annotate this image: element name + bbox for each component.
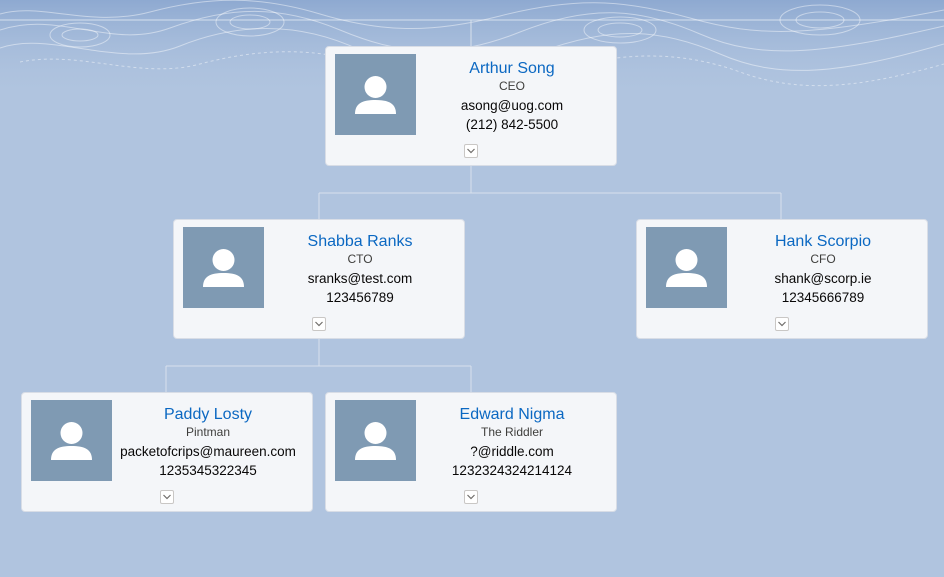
person-name[interactable]: Arthur Song <box>422 59 602 79</box>
person-phone: 1235345322345 <box>159 463 257 478</box>
person-name[interactable]: Shabba Ranks <box>270 232 450 252</box>
person-phone: 1232324324214124 <box>451 463 573 478</box>
chevron-down-icon <box>163 494 171 500</box>
person-email: sranks@test.com <box>307 271 413 286</box>
chevron-down-icon <box>778 321 786 327</box>
org-card[interactable]: Shabba Ranks CTO sranks@test.com 1234567… <box>173 219 465 339</box>
expand-toggle-button[interactable] <box>775 317 789 331</box>
chevron-down-icon <box>315 321 323 327</box>
user-avatar-icon <box>646 227 727 308</box>
person-email: packetofcrips@maureen.com <box>120 444 296 459</box>
expand-toggle-button[interactable] <box>312 317 326 331</box>
chevron-down-icon <box>467 494 475 500</box>
expand-toggle-button[interactable] <box>464 490 478 504</box>
person-title: CFO <box>810 252 836 266</box>
person-phone: 123456789 <box>326 290 394 305</box>
person-email: asong@uog.com <box>460 98 564 113</box>
card-info: Paddy Losty Pintman packetofcrips@mauree… <box>118 405 298 480</box>
person-title: The Riddler <box>480 425 544 439</box>
org-card[interactable]: Paddy Losty Pintman packetofcrips@mauree… <box>21 392 313 512</box>
card-info: Shabba Ranks CTO sranks@test.com 1234567… <box>270 232 450 307</box>
person-email: shank@scorp.ie <box>774 271 872 286</box>
person-title: CTO <box>347 252 373 266</box>
org-card[interactable]: Hank Scorpio CFO shank@scorp.ie 12345666… <box>636 219 928 339</box>
chevron-down-icon <box>467 148 475 154</box>
expand-toggle-button[interactable] <box>464 144 478 158</box>
person-email: ?@riddle.com <box>470 444 554 459</box>
user-avatar-icon <box>335 54 416 135</box>
card-info: Hank Scorpio CFO shank@scorp.ie 12345666… <box>733 232 913 307</box>
card-info: Edward Nigma The Riddler ?@riddle.com 12… <box>422 405 602 480</box>
user-avatar-icon <box>335 400 416 481</box>
person-phone: 12345666789 <box>781 290 865 305</box>
user-avatar-icon <box>31 400 112 481</box>
person-name[interactable]: Edward Nigma <box>422 405 602 425</box>
user-avatar-icon <box>183 227 264 308</box>
person-title: CEO <box>498 79 525 93</box>
card-info: Arthur Song CEO asong@uog.com (212) 842-… <box>422 59 602 134</box>
person-title: Pintman <box>185 425 231 439</box>
person-name[interactable]: Hank Scorpio <box>733 232 913 252</box>
person-name[interactable]: Paddy Losty <box>118 405 298 425</box>
expand-toggle-button[interactable] <box>160 490 174 504</box>
org-card[interactable]: Arthur Song CEO asong@uog.com (212) 842-… <box>325 46 617 166</box>
person-phone: (212) 842-5500 <box>465 117 559 132</box>
org-card[interactable]: Edward Nigma The Riddler ?@riddle.com 12… <box>325 392 617 512</box>
